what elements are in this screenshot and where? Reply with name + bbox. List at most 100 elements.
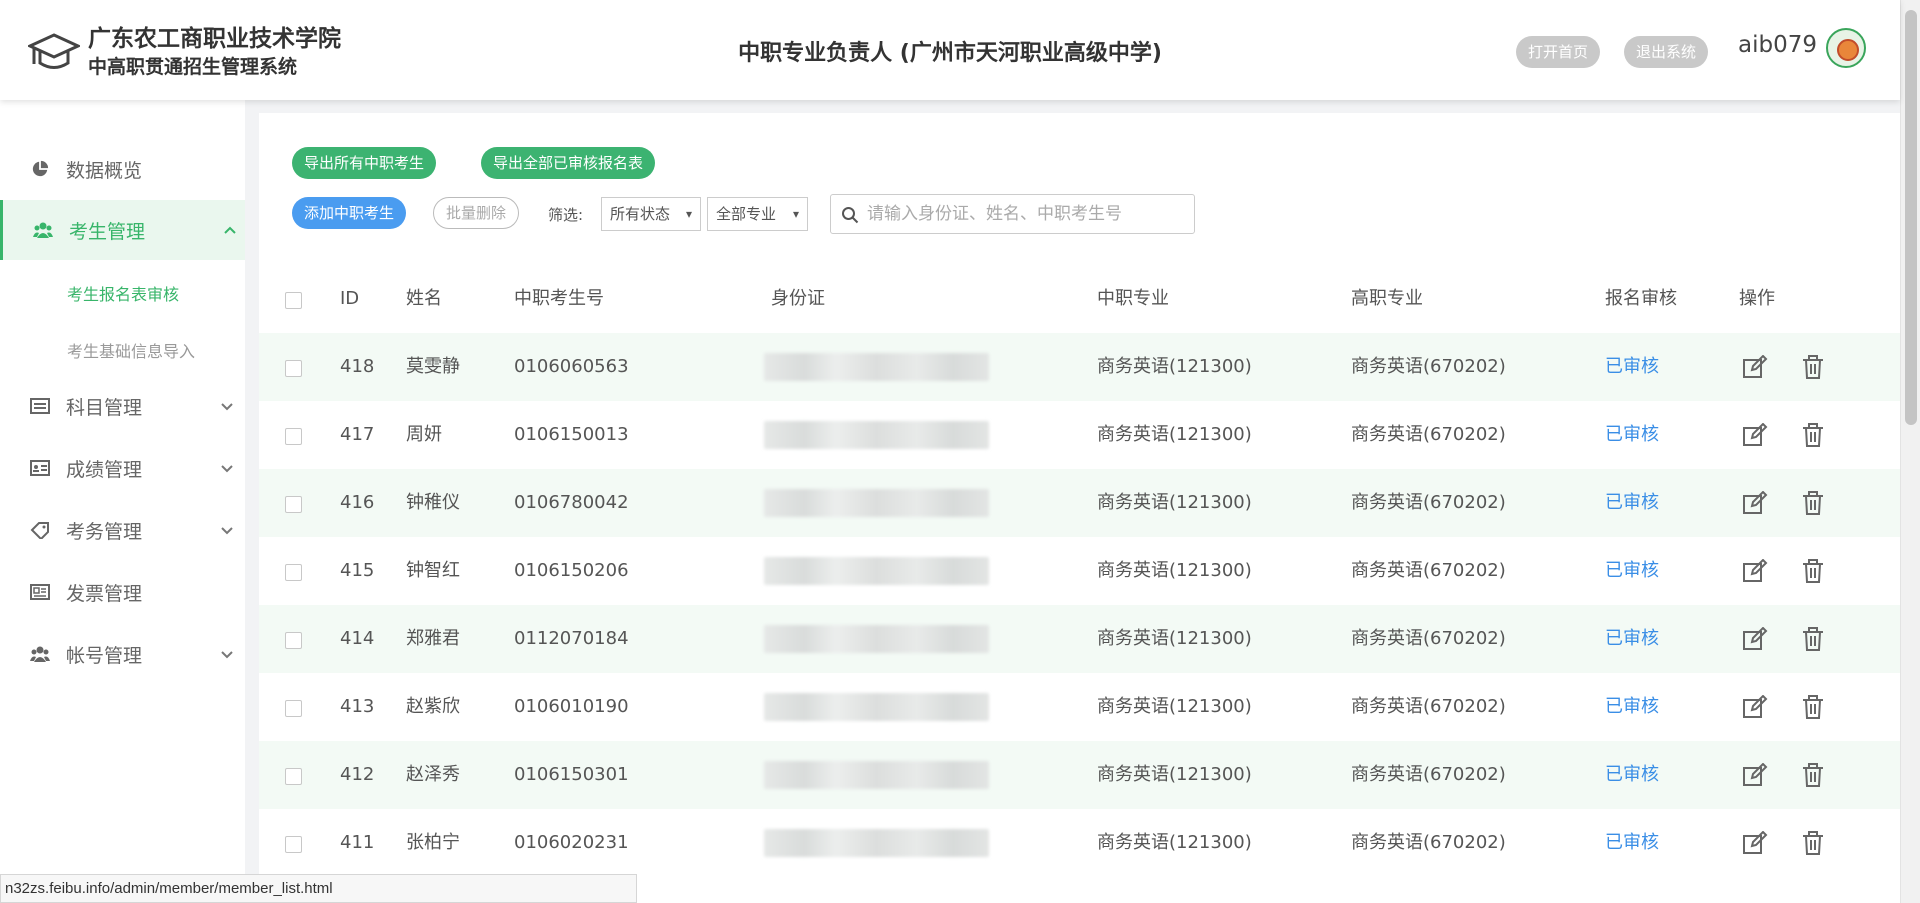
id-card-icon xyxy=(30,460,50,476)
sidebar-item-exam-affairs[interactable]: 考务管理 xyxy=(0,500,245,560)
tag-icon xyxy=(30,522,49,539)
delete-icon[interactable] xyxy=(1800,627,1826,651)
cell-id: 414 xyxy=(340,628,375,649)
sidebar-item-data-overview[interactable]: 数据概览 xyxy=(0,139,245,199)
scrollbar-thumb[interactable] xyxy=(1905,10,1917,425)
cell-higher-major: 商务英语(670202) xyxy=(1351,356,1506,377)
delete-icon[interactable] xyxy=(1800,695,1826,719)
row-checkbox[interactable] xyxy=(285,564,302,581)
edit-icon[interactable] xyxy=(1742,831,1768,855)
cell-higher-major: 商务英语(670202) xyxy=(1351,696,1506,717)
cell-name: 张柏宁 xyxy=(406,832,460,853)
chevron-down-icon xyxy=(221,465,233,473)
page-title: 中职专业负责人 (广州市天河职业高级中学) xyxy=(738,41,1162,66)
status-link[interactable]: 已审核 xyxy=(1605,741,1659,809)
cell-higher-major: 商务英语(670202) xyxy=(1351,492,1506,513)
table-row: 412 赵泽秀 0106150301 商务英语(121300) 商务英语(670202)… xyxy=(259,741,1900,809)
export-all-students-button[interactable]: 导出所有中职考生 xyxy=(292,147,437,179)
search-input[interactable] xyxy=(867,201,1187,227)
cell-name: 赵泽秀 xyxy=(406,764,460,785)
edit-icon[interactable] xyxy=(1742,559,1768,583)
edit-icon[interactable] xyxy=(1742,695,1768,719)
edit-icon[interactable] xyxy=(1742,355,1768,379)
delete-icon[interactable] xyxy=(1800,423,1826,447)
status-link[interactable]: 已审核 xyxy=(1605,605,1659,673)
column-header: 高职专业 xyxy=(1351,288,1423,309)
sidebar-item-account-management[interactable]: 帐号管理 xyxy=(0,624,245,684)
logout-button[interactable]: 退出系统 xyxy=(1624,36,1709,68)
sub-item-registration-review[interactable]: 考生报名表审核 xyxy=(67,281,179,305)
sidebar-item-label: 科目管理 xyxy=(66,396,143,419)
sub-item-basic-info-import[interactable]: 考生基础信息导入 xyxy=(67,338,195,362)
edit-icon[interactable] xyxy=(1742,423,1768,447)
status-link[interactable]: 已审核 xyxy=(1605,537,1659,605)
column-header: 身份证 xyxy=(771,288,825,309)
sidebar-item-student-management[interactable]: 考生管理 xyxy=(0,200,245,260)
column-header: 中职专业 xyxy=(1097,288,1169,309)
open-home-button[interactable]: 打开首页 xyxy=(1516,36,1601,68)
table-row: 418 莫雯静 0106060563 商务英语(121300) 商务英语(670202)… xyxy=(259,333,1900,401)
chevron-down-icon xyxy=(221,527,233,535)
list-icon xyxy=(30,398,50,414)
cell-id: 417 xyxy=(340,424,375,445)
edit-icon[interactable] xyxy=(1742,763,1768,787)
row-checkbox[interactable] xyxy=(285,836,302,853)
column-header: 中职考生号 xyxy=(514,288,604,309)
cell-secondary-major: 商务英语(121300) xyxy=(1097,424,1252,445)
cell-higher-major: 商务英语(670202) xyxy=(1351,628,1506,649)
batch-delete-button[interactable]: 批量删除 xyxy=(433,197,520,229)
search-box[interactable] xyxy=(830,194,1195,234)
sidebar-item-label: 帐号管理 xyxy=(66,644,143,667)
column-header: 操作 xyxy=(1739,288,1775,309)
row-checkbox[interactable] xyxy=(285,768,302,785)
redacted-id-number xyxy=(764,625,989,653)
chevron-down-icon xyxy=(221,403,233,411)
redacted-id-number xyxy=(764,353,989,381)
sidebar-item-label: 数据概览 xyxy=(66,159,143,182)
column-header: 报名审核 xyxy=(1605,288,1677,309)
delete-icon[interactable] xyxy=(1800,831,1826,855)
delete-icon[interactable] xyxy=(1800,559,1826,583)
cell-id: 416 xyxy=(340,492,375,513)
sidebar-item-subject-management[interactable]: 科目管理 xyxy=(0,376,245,436)
status-link[interactable]: 已审核 xyxy=(1605,809,1659,877)
users-icon xyxy=(30,646,50,662)
sidebar-item-score-management[interactable]: 成绩管理 xyxy=(0,438,245,498)
delete-icon[interactable] xyxy=(1800,491,1826,515)
cell-secondary-major: 商务英语(121300) xyxy=(1097,696,1252,717)
cell-higher-major: 商务英语(670202) xyxy=(1351,424,1506,445)
row-checkbox[interactable] xyxy=(285,700,302,717)
table-row: 411 张柏宁 0106020231 商务英语(121300) 商务英语(670202)… xyxy=(259,809,1900,877)
delete-icon[interactable] xyxy=(1800,355,1826,379)
status-select[interactable]: 所有状态 xyxy=(601,197,701,231)
delete-icon[interactable] xyxy=(1800,763,1826,787)
cell-secondary-major: 商务英语(121300) xyxy=(1097,832,1252,853)
redacted-id-number xyxy=(764,829,989,857)
major-select[interactable]: 全部专业 xyxy=(707,197,808,231)
cell-higher-major: 商务英语(670202) xyxy=(1351,764,1506,785)
table-row: 417 周妍 0106150013 商务英语(121300) 商务英语(670202) 已… xyxy=(259,401,1900,469)
export-audited-forms-button[interactable]: 导出全部已审核报名表 xyxy=(481,147,656,179)
status-link[interactable]: 已审核 xyxy=(1605,333,1659,401)
status-link[interactable]: 已审核 xyxy=(1605,673,1659,741)
table-row: 414 郑雅君 0112070184 商务英语(121300) 商务英语(670202)… xyxy=(259,605,1900,673)
edit-icon[interactable] xyxy=(1742,491,1768,515)
sidebar-item-invoice-management[interactable]: 发票管理 xyxy=(0,562,245,622)
cell-name: 莫雯静 xyxy=(406,356,460,377)
cell-exam-no: 0106150301 xyxy=(514,764,629,785)
vertical-scrollbar[interactable] xyxy=(1900,0,1920,903)
row-checkbox[interactable] xyxy=(285,632,302,649)
row-checkbox[interactable] xyxy=(285,496,302,513)
cell-secondary-major: 商务英语(121300) xyxy=(1097,628,1252,649)
select-all-checkbox[interactable] xyxy=(285,292,302,309)
avatar[interactable] xyxy=(1826,28,1866,68)
pie-chart-icon xyxy=(32,160,49,177)
status-link[interactable]: 已审核 xyxy=(1605,469,1659,537)
edit-icon[interactable] xyxy=(1742,627,1768,651)
status-link[interactable]: 已审核 xyxy=(1605,401,1659,469)
row-checkbox[interactable] xyxy=(285,428,302,445)
row-checkbox[interactable] xyxy=(285,360,302,377)
chevron-up-icon xyxy=(224,226,236,234)
cell-exam-no: 0106780042 xyxy=(514,492,629,513)
add-student-button[interactable]: 添加中职考生 xyxy=(292,197,407,229)
